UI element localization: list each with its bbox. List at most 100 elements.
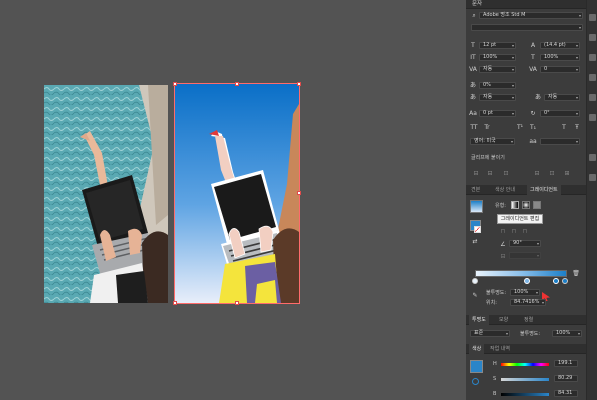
aspect-ratio-field[interactable]: ▾ [509,252,541,259]
gradient-stroke-across-icon[interactable]: ⊓ [521,228,529,235]
dock-libraries-icon[interactable] [589,54,596,61]
selection-handle-bottom-left[interactable] [173,301,177,305]
font-size-value: 12 pt [483,42,497,48]
freeform-gradient-button[interactable] [533,201,541,209]
reverse-gradient-icon[interactable]: ⇄ [471,238,479,245]
angle-icon: ∠ [500,241,506,248]
font-size-field[interactable]: 12 pt ▾ [479,42,516,49]
gradient-stop-end[interactable] [562,278,568,284]
dock-gradient-icon[interactable] [589,174,596,181]
language-select[interactable]: 영어: 미국 ▾ [470,138,515,145]
aki-right-field[interactable]: 자동 ▾ [544,94,580,101]
tab-color[interactable]: 색상 [469,344,485,354]
snap-proximity-icon[interactable]: ⊟ [533,170,541,177]
kerning-field[interactable]: 자동 ▾ [479,66,516,73]
font-size-icon: T [471,42,475,49]
artboard-canvas[interactable] [0,0,466,400]
layer-opacity-field[interactable]: 100% ▾ [552,330,582,337]
selection-handle-middle-right[interactable] [297,191,301,195]
superscript-button[interactable]: T¹ [516,124,524,131]
tab-align[interactable]: 정렬 [524,315,533,325]
snap-angular-icon[interactable]: ⊡ [548,170,556,177]
rotation-value: 0° [544,110,550,116]
selection-handle-top-middle[interactable] [235,82,239,86]
tab-gradient[interactable]: 그레이디언트 [527,185,561,195]
underline-button[interactable]: T [560,124,568,131]
chevron-down-icon: ▾ [511,55,514,60]
gradient-stroke-within-icon[interactable]: ⊓ [499,228,507,235]
snap-xheight-icon[interactable]: ⊟ [486,170,494,177]
dock-swatches-icon[interactable] [589,74,596,81]
gradient-slider[interactable] [475,270,567,277]
delete-stop-icon[interactable]: 🗑 [572,270,580,277]
tab-transparency[interactable]: 투명도 [469,315,489,325]
reference-photo[interactable] [44,85,168,303]
tsume-value: 0% [483,82,491,88]
vertical-scale-field[interactable]: 100% ▾ [479,54,516,61]
character-panel-title[interactable]: 문자 [466,0,586,9]
hue-field[interactable]: 199.1 [554,360,578,367]
dock-layers-icon[interactable] [589,34,596,41]
gradient-stop-selected[interactable] [553,278,559,284]
stroke-none-indicator[interactable] [474,226,481,233]
blend-mode-select[interactable]: 표준 ▾ [470,330,510,337]
tab-history[interactable]: 작업 내역 [490,344,510,354]
brightness-value: 84.31 [558,390,573,396]
snap-baseline-icon[interactable]: ⊟ [472,170,480,177]
gradient-stroke-along-icon[interactable]: ⊓ [510,228,518,235]
rotation-icon: ↻ [530,110,536,117]
selection-handle-top-right[interactable] [297,82,301,86]
gradient-swatch[interactable] [470,200,483,213]
illustration-artwork[interactable] [174,83,300,304]
stroke-color-swatch[interactable] [472,378,479,385]
subscript-button[interactable]: T₁ [529,124,537,131]
baseline-shift-field[interactable]: 0 pt ▾ [479,110,516,117]
baseline-shift-value: 0 pt [483,110,493,116]
anti-alias-select[interactable]: ▾ [540,138,580,145]
hue-slider[interactable] [501,363,549,366]
gradient-stop-middle[interactable] [524,278,530,284]
selection-handle-top-left[interactable] [173,82,177,86]
aki-left-field[interactable]: 자동 ▾ [479,94,516,101]
dock-symbols-icon[interactable] [589,114,596,121]
rotation-field[interactable]: 0° ▾ [540,110,580,117]
chevron-down-icon: ▾ [575,111,578,116]
gradient-angle-field[interactable]: 90° ▾ [509,240,541,247]
font-style-select[interactable]: ▾ [471,24,583,31]
stop-location-field[interactable]: 84.7416% ▾ [510,299,546,306]
strikethrough-button[interactable]: Ŧ [573,124,581,131]
all-caps-button[interactable]: TT [470,124,478,131]
chevron-down-icon: ▾ [575,95,578,100]
tab-swatches[interactable]: 견본 [471,185,480,195]
linear-gradient-button[interactable] [511,201,519,209]
small-caps-button[interactable]: Tr [483,124,491,131]
gradient-stop-start[interactable] [472,278,478,284]
brightness-field[interactable]: 84.31 [554,390,578,397]
chevron-down-icon: ▾ [535,290,538,295]
saturation-slider[interactable] [501,378,549,381]
dock-properties-icon[interactable] [589,14,596,21]
aki-left-value: 자동 [483,94,493,100]
snap-anchor-icon[interactable]: ⊞ [563,170,571,177]
brightness-slider[interactable] [501,393,549,396]
snap-glyph-bounds-icon[interactable]: ⊡ [502,170,510,177]
horizontal-scale-field[interactable]: 100% ▾ [540,54,580,61]
fill-color-swatch[interactable] [470,360,483,373]
font-family-select[interactable]: Adobe 명조 Std M ▾ [479,12,583,19]
tab-appearance[interactable]: 모양 [499,315,508,325]
eyedropper-icon[interactable]: ✎ [471,292,479,299]
illustration-image [175,84,299,303]
selection-handle-bottom-middle[interactable] [235,301,239,305]
tsume-field[interactable]: 0% ▾ [479,82,516,89]
dock-brushes-icon[interactable] [589,94,596,101]
saturation-field[interactable]: 80.29 [554,375,578,382]
dock-stroke-icon[interactable] [589,154,596,161]
chevron-down-icon: ▾ [578,25,581,30]
baseline-shift-icon: Aa [469,110,477,117]
search-icon[interactable]: ⌕ [470,12,478,19]
leading-field[interactable]: (14.4 pt) ▾ [540,42,580,49]
radial-gradient-button[interactable] [522,201,530,209]
tracking-field[interactable]: 0 ▾ [540,66,580,73]
tab-color-guide[interactable]: 색상 안내 [495,185,515,195]
stop-opacity-field[interactable]: 100% ▾ [510,289,540,296]
